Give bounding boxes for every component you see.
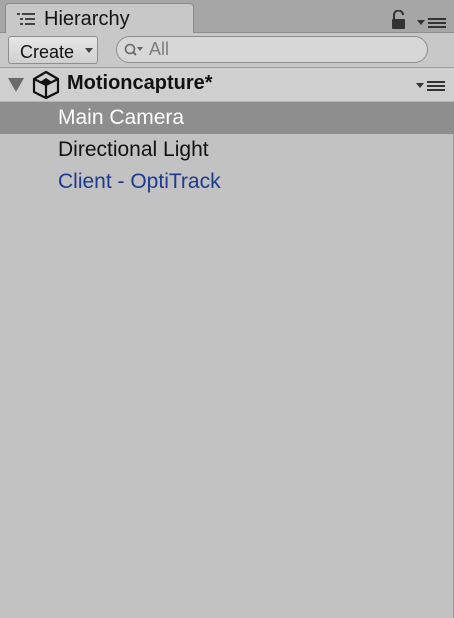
hierarchy-toolbar: Create bbox=[0, 33, 454, 68]
tab-title: Hierarchy bbox=[44, 8, 130, 30]
hierarchy-item-directional-light[interactable]: Directional Light bbox=[0, 134, 454, 166]
search-icon[interactable] bbox=[124, 42, 150, 58]
foldout-expanded-icon[interactable] bbox=[8, 78, 24, 92]
chevron-down-icon bbox=[85, 48, 93, 53]
hierarchy-window: Hierarchy Create All Motioncapture* Main… bbox=[0, 0, 454, 618]
panel-menu-icon[interactable] bbox=[417, 16, 447, 30]
hierarchy-item-label: Client - OptiTrack bbox=[58, 170, 221, 193]
create-button-label: Create bbox=[20, 42, 75, 62]
search-input[interactable] bbox=[149, 38, 409, 60]
scene-header[interactable]: Motioncapture* bbox=[0, 68, 454, 102]
create-button[interactable]: Create bbox=[8, 36, 98, 64]
hierarchy-item-label: Directional Light bbox=[58, 138, 209, 161]
tab-hierarchy[interactable]: Hierarchy bbox=[5, 3, 194, 34]
unity-scene-icon bbox=[32, 70, 60, 100]
hierarchy-list-icon bbox=[17, 13, 35, 25]
hierarchy-item-main-camera[interactable]: Main Camera bbox=[0, 102, 454, 134]
scene-menu-icon[interactable] bbox=[416, 79, 446, 93]
scene-name: Motioncapture* bbox=[67, 72, 213, 94]
hierarchy-item-client-optitrack[interactable]: Client - OptiTrack bbox=[0, 166, 454, 198]
tab-bar: Hierarchy bbox=[0, 0, 454, 34]
lock-icon[interactable] bbox=[391, 10, 406, 30]
hierarchy-item-label: Main Camera bbox=[58, 106, 185, 129]
search-box[interactable] bbox=[116, 36, 428, 63]
